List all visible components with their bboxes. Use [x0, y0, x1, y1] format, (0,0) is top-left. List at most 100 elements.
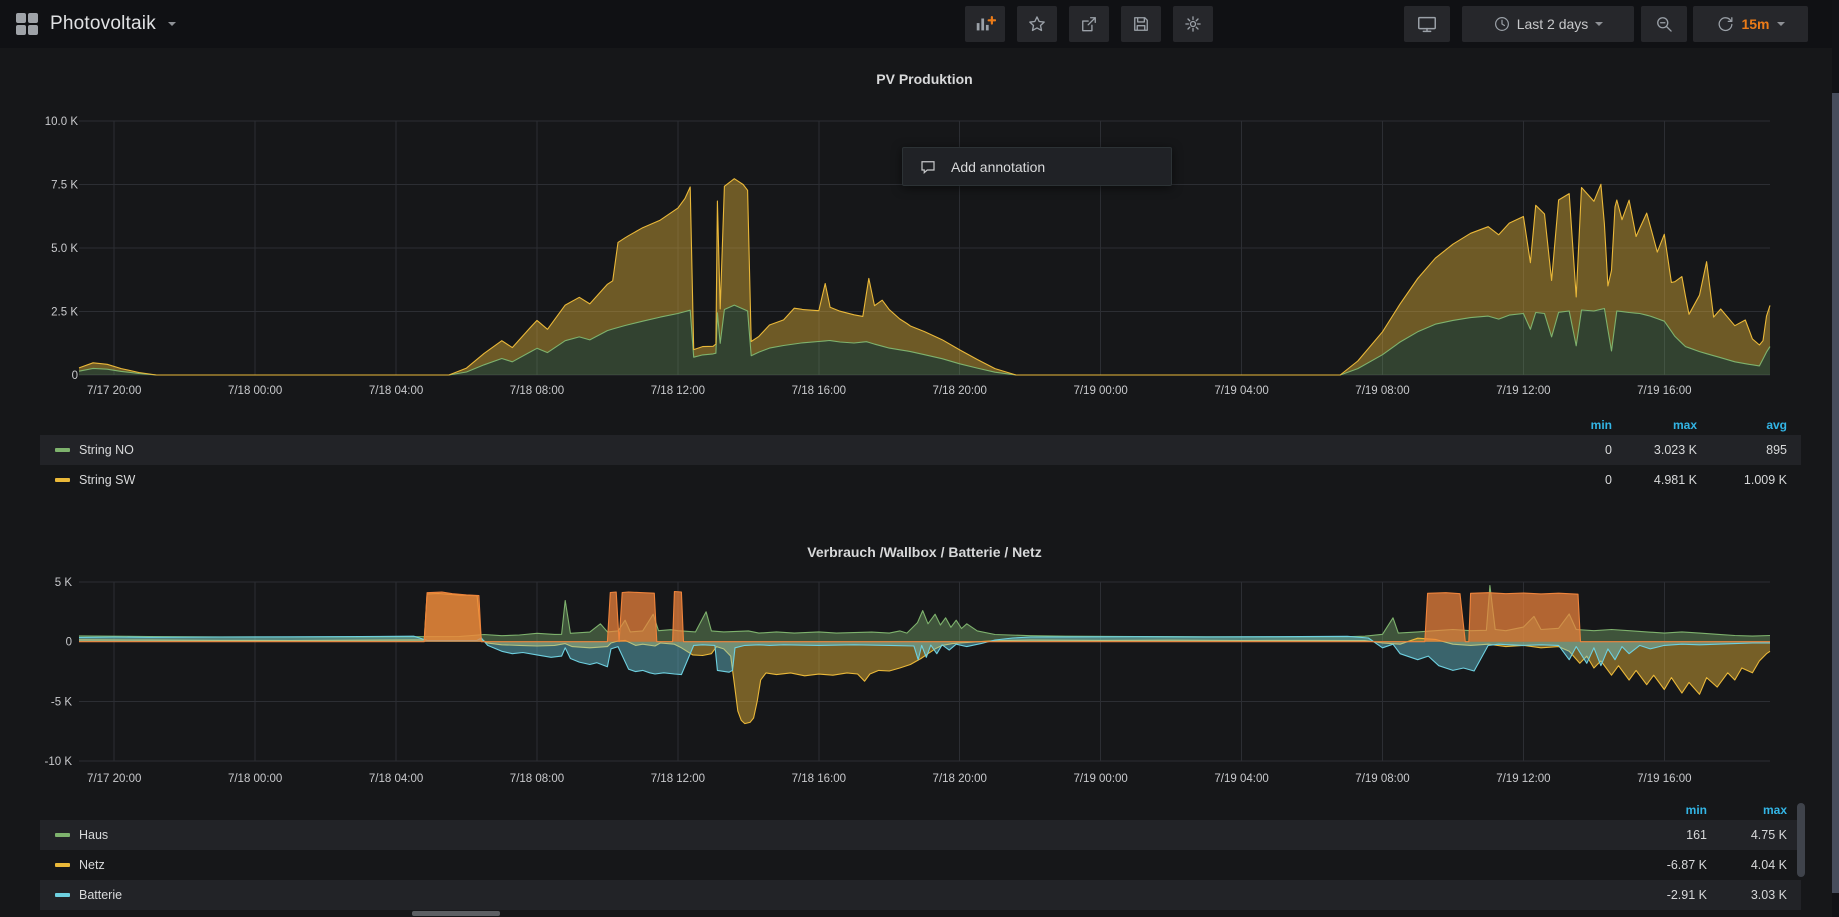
series-name[interactable]: Batterie — [79, 888, 122, 902]
svg-text:2.5 K: 2.5 K — [51, 307, 78, 319]
pv-legend: min max avg String NO 0 3.023 K 895 Stri… — [40, 415, 1801, 495]
monitor-icon — [1416, 13, 1438, 35]
svg-text:7/18 00:00: 7/18 00:00 — [228, 385, 282, 397]
time-range-caret-icon — [1595, 22, 1603, 26]
svg-text:7/18 20:00: 7/18 20:00 — [933, 773, 987, 785]
refresh-button[interactable]: 15m — [1693, 6, 1808, 42]
svg-text:7/18 04:00: 7/18 04:00 — [369, 385, 423, 397]
series-color-swatch[interactable] — [55, 833, 70, 837]
comment-bubble-icon — [919, 158, 937, 176]
gear-icon — [1183, 14, 1203, 34]
svg-text:7/18 04:00: 7/18 04:00 — [369, 773, 423, 785]
svg-text:7/19 04:00: 7/19 04:00 — [1214, 773, 1268, 785]
series-min: -2.91 K — [1597, 888, 1707, 902]
series-min: 0 — [1512, 443, 1612, 457]
verbrauch-legend: min max Haus 161 4.75 K Netz -6.87 K 4.0… — [40, 800, 1801, 910]
refresh-icon — [1716, 15, 1735, 34]
svg-text:7/17 20:00: 7/17 20:00 — [87, 385, 141, 397]
series-max: 3.023 K — [1612, 443, 1697, 457]
add-panel-icon — [974, 13, 996, 35]
page-scrollbar-thumb[interactable] — [1832, 93, 1839, 893]
dashboard-settings-button[interactable] — [1173, 6, 1213, 42]
svg-text:7/18 16:00: 7/18 16:00 — [792, 385, 846, 397]
mark-favorite-button[interactable] — [1017, 6, 1057, 42]
svg-text:5.0 K: 5.0 K — [51, 243, 78, 255]
svg-text:7/18 08:00: 7/18 08:00 — [510, 773, 564, 785]
legend-header: min max — [40, 800, 1801, 820]
series-min: -6.87 K — [1597, 858, 1707, 872]
series-name[interactable]: Haus — [79, 828, 108, 842]
series-max: 4.04 K — [1707, 858, 1787, 872]
series-color-swatch[interactable] — [55, 478, 70, 482]
svg-text:5 K: 5 K — [55, 577, 73, 589]
refresh-interval-label: 15m — [1741, 16, 1769, 32]
grafana-dashboard: Photovoltaik — [0, 0, 1839, 917]
svg-text:7/18 12:00: 7/18 12:00 — [651, 385, 705, 397]
legend-row-haus: Haus 161 4.75 K — [40, 820, 1801, 850]
legend-col-avg[interactable]: avg — [1697, 418, 1787, 432]
legend-col-max[interactable]: max — [1707, 803, 1787, 817]
series-color-swatch[interactable] — [55, 448, 70, 452]
clock-icon — [1493, 15, 1511, 33]
panel-title-pv-produktion[interactable]: PV Produktion — [79, 71, 1770, 87]
series-color-swatch[interactable] — [55, 893, 70, 897]
series-max: 4.75 K — [1707, 828, 1787, 842]
svg-text:7/19 12:00: 7/19 12:00 — [1496, 773, 1550, 785]
legend-col-max[interactable]: max — [1612, 418, 1697, 432]
zoom-out-time-button[interactable] — [1641, 6, 1687, 42]
legend-col-min[interactable]: min — [1597, 803, 1707, 817]
svg-text:7/19 00:00: 7/19 00:00 — [1073, 385, 1127, 397]
legend-col-min[interactable]: min — [1512, 418, 1612, 432]
add-panel-button[interactable] — [965, 6, 1005, 42]
legend-row-string-sw: String SW 0 4.981 K 1.009 K — [40, 465, 1801, 495]
dashboard-scrollbar-thumb[interactable] — [1797, 803, 1805, 877]
share-dashboard-button[interactable] — [1069, 6, 1109, 42]
svg-text:0: 0 — [72, 370, 78, 382]
time-range-label: Last 2 days — [1517, 16, 1589, 32]
series-min: 161 — [1597, 828, 1707, 842]
series-name[interactable]: Netz — [79, 858, 105, 872]
svg-text:7/18 08:00: 7/18 08:00 — [510, 385, 564, 397]
svg-text:7/17 20:00: 7/17 20:00 — [87, 773, 141, 785]
time-range-picker-button[interactable]: Last 2 days — [1462, 6, 1634, 42]
svg-text:10.0 K: 10.0 K — [45, 116, 79, 128]
svg-text:7/19 08:00: 7/19 08:00 — [1355, 773, 1409, 785]
save-icon — [1131, 14, 1151, 34]
svg-text:7/18 16:00: 7/18 16:00 — [792, 773, 846, 785]
series-max: 4.981 K — [1612, 473, 1697, 487]
svg-text:-10 K: -10 K — [45, 756, 73, 768]
navbar: Photovoltaik — [0, 0, 1839, 48]
legend-header: min max avg — [40, 415, 1801, 435]
svg-text:7/18 20:00: 7/18 20:00 — [933, 385, 987, 397]
dashboard-title-caret-icon[interactable] — [168, 22, 176, 26]
series-max: 3.03 K — [1707, 888, 1787, 902]
legend-row-netz: Netz -6.87 K 4.04 K — [40, 850, 1801, 880]
series-color-swatch[interactable] — [55, 863, 70, 867]
pv-produktion-chart[interactable]: 10.0 K 7.5 K 5.0 K 2.5 K 0 7/17 20:00 7/18 00:… — [0, 90, 1839, 410]
panel-title-verbrauch[interactable]: Verbrauch /Wallbox / Batterie / Netz — [79, 544, 1770, 560]
add-annotation-label: Add annotation — [951, 159, 1045, 175]
svg-text:7/19 16:00: 7/19 16:00 — [1637, 773, 1691, 785]
svg-text:-5 K: -5 K — [51, 696, 72, 708]
save-dashboard-button[interactable] — [1121, 6, 1161, 42]
svg-text:7/18 00:00: 7/18 00:00 — [228, 773, 282, 785]
horizontal-scrollbar-thumb[interactable] — [412, 911, 500, 916]
svg-text:7/19 16:00: 7/19 16:00 — [1637, 385, 1691, 397]
series-name[interactable]: String NO — [79, 443, 134, 457]
share-icon — [1079, 14, 1099, 34]
svg-text:7.5 K: 7.5 K — [51, 180, 78, 192]
verbrauch-chart[interactable]: 5 K0-5 K-10 K7/17 20:007/18 00:007/18 04… — [0, 560, 1839, 800]
svg-text:7/19 12:00: 7/19 12:00 — [1496, 385, 1550, 397]
series-min: 0 — [1512, 473, 1612, 487]
svg-text:7/18 12:00: 7/18 12:00 — [651, 773, 705, 785]
svg-text:7/19 08:00: 7/19 08:00 — [1355, 385, 1409, 397]
dashboard-title[interactable]: Photovoltaik — [50, 13, 156, 35]
cycle-view-mode-button[interactable] — [1404, 6, 1450, 42]
dashboards-grid-icon[interactable] — [16, 13, 38, 35]
add-annotation-menu-item[interactable]: Add annotation — [902, 147, 1172, 186]
zoom-out-icon — [1654, 14, 1674, 34]
legend-row-string-no: String NO 0 3.023 K 895 — [40, 435, 1801, 465]
svg-text:7/19 00:00: 7/19 00:00 — [1073, 773, 1127, 785]
svg-text:7/19 04:00: 7/19 04:00 — [1214, 385, 1268, 397]
series-name[interactable]: String SW — [79, 473, 135, 487]
